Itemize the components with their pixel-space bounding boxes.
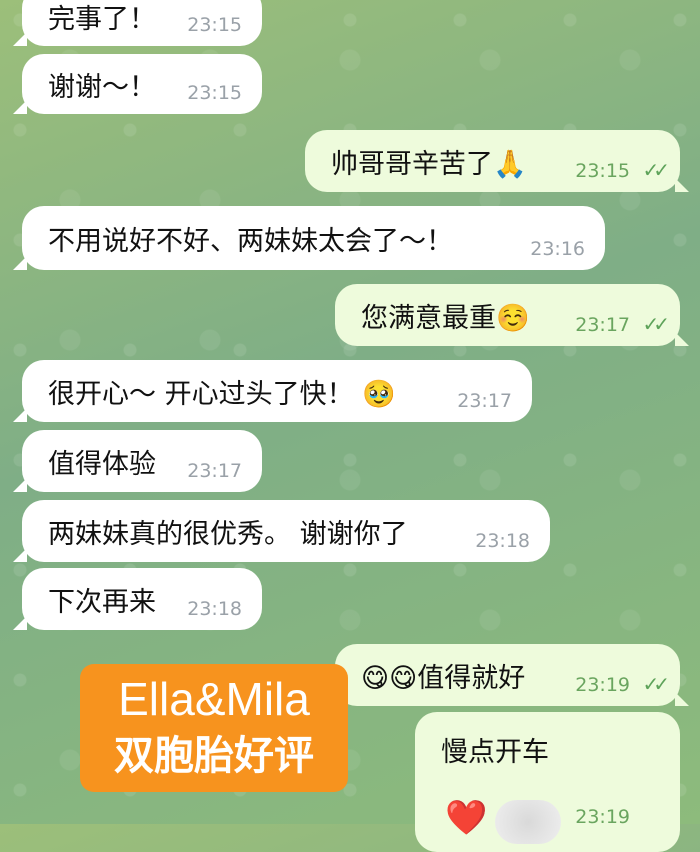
message-time: 23:15 xyxy=(187,82,242,104)
overlay-subtitle: 双胞胎好评 xyxy=(114,733,314,779)
message-time: 23:19 xyxy=(575,806,630,828)
read-check-icon: ✓✓ xyxy=(642,158,669,182)
message-bubble-incoming[interactable]: 两妹妹真的很优秀。 谢谢你了 23:18 xyxy=(13,500,550,562)
message-bubble-outgoing[interactable]: 您满意最重☺️ 23:17 ✓✓ xyxy=(335,284,689,346)
message-time: 23:16 xyxy=(530,238,585,260)
message-time: 23:15 xyxy=(187,14,242,36)
message-text: 您满意最重☺️ xyxy=(361,302,530,334)
message-bubble-outgoing[interactable]: 帅哥哥辛苦了🙏 23:15 ✓✓ xyxy=(305,130,689,192)
message-bubble-incoming[interactable]: 不用说好不好、两妹妹太会了～！ 23:16 xyxy=(13,206,605,270)
message-text: 值得体验 xyxy=(48,448,156,480)
message-time: 23:15 xyxy=(575,160,630,182)
message-time: 23:18 xyxy=(475,530,530,552)
message-text: 不用说好不好、两妹妹太会了～！ xyxy=(48,225,453,257)
message-bubble-incoming[interactable]: 下次再来 23:18 xyxy=(13,568,262,630)
read-check-icon: ✓✓ xyxy=(642,312,669,336)
message-time: 23:17 xyxy=(575,314,630,336)
message-text: 两妹妹真的很优秀。 谢谢你了 xyxy=(48,518,408,550)
read-check-icon: ✓✓ xyxy=(642,672,669,696)
message-text: 谢谢～！ xyxy=(48,71,156,103)
message-bubble-incoming[interactable]: 谢谢～！ 23:15 xyxy=(13,54,262,114)
promo-overlay-label: Ella&Mila 双胞胎好评 xyxy=(80,664,348,792)
reactor-avatar xyxy=(495,800,561,844)
message-time: 23:17 xyxy=(457,390,512,412)
message-text: 很开心～ 开心过头了快！ 🥹 xyxy=(48,378,396,410)
message-bubble-incoming[interactable]: 很开心～ 开心过头了快！ 🥹 23:17 xyxy=(13,360,532,422)
message-time: 23:17 xyxy=(187,460,242,482)
message-text: 帅哥哥辛苦了🙏 xyxy=(331,148,527,180)
message-text: 完事了！ xyxy=(48,3,156,35)
message-bubble-outgoing[interactable]: 😋😋值得就好 23:19 ✓✓ xyxy=(335,644,689,706)
message-bubble-incoming[interactable]: 值得体验 23:17 xyxy=(13,430,262,492)
message-time: 23:18 xyxy=(187,598,242,620)
overlay-title: Ella&Mila xyxy=(118,673,310,725)
message-bubble-outgoing[interactable]: 慢点开车 ❤️ 23:19 xyxy=(415,712,680,852)
heart-reaction-icon[interactable]: ❤️ xyxy=(445,798,487,838)
message-text: 慢点开车 xyxy=(441,737,549,768)
message-time: 23:19 xyxy=(575,674,630,696)
message-text: 下次再来 xyxy=(48,586,156,618)
message-bubble-incoming[interactable]: 完事了！ 23:15 xyxy=(13,0,262,46)
message-text: 😋😋值得就好 xyxy=(361,662,526,694)
